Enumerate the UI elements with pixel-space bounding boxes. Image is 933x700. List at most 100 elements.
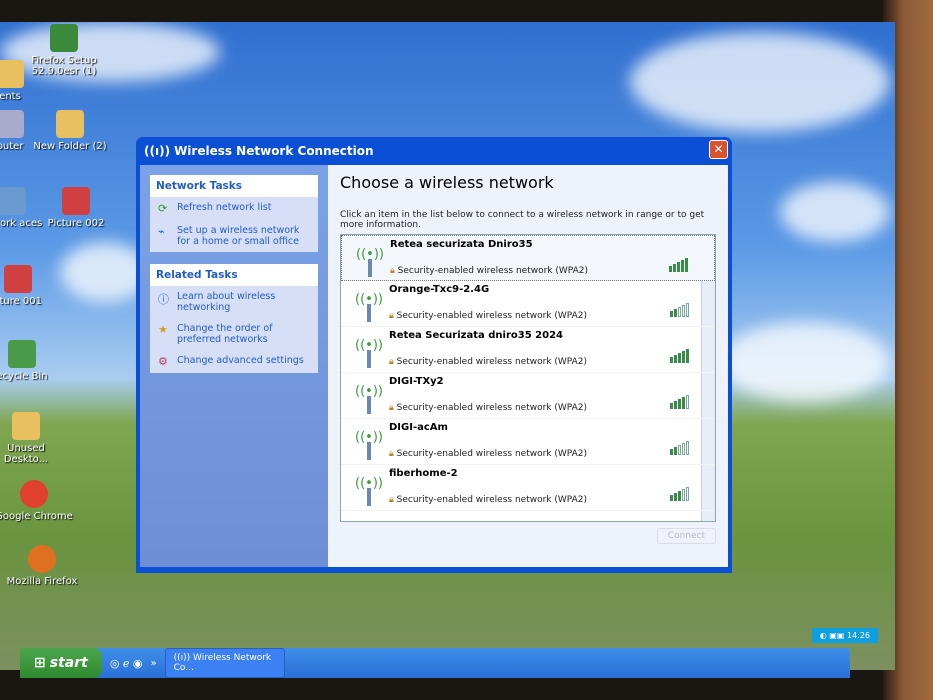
security-status: Security-enabled wireless network (WPA2): [396, 495, 588, 505]
wireless-antenna-icon: ((•)): [349, 468, 389, 510]
network-item[interactable]: ((•)) Retea securizata Dniro35 🔒︎ Securi…: [341, 235, 715, 281]
signal-bar: [674, 401, 677, 409]
lock-icon: 🔒︎: [389, 403, 397, 413]
clock: 14:26: [846, 631, 870, 640]
network-tasks-panel: Network Tasks ⟳ Refresh network list ⌁ Set…: [150, 175, 318, 252]
signal-bar: [670, 403, 673, 409]
desktop-icon-firefox-setup[interactable]: Firefox Setup 52.9.0esr (1): [24, 24, 104, 77]
firefox-icon: [28, 545, 56, 573]
network-item[interactable]: ((•)) DIGI-TXy2 🔒︎ Security-enabled wire…: [341, 373, 715, 419]
wireless-antenna-icon: ((•)): [349, 376, 389, 418]
refresh-network-list-link[interactable]: ⟳ Refresh network list: [150, 197, 318, 220]
quick-launch-more[interactable]: »: [151, 658, 157, 669]
signal-bar: [674, 493, 677, 501]
recycle-bin-icon: [8, 340, 36, 368]
setup-wireless-network-link[interactable]: ⌁ Set up a wireless network for a home or…: [150, 220, 318, 252]
wireless-icon: ((ı)): [173, 653, 194, 663]
signal-bar: [686, 349, 689, 363]
refresh-icon: ⟳: [158, 202, 168, 215]
title-bar[interactable]: ((ı)) Wireless Network Connection: [140, 137, 728, 165]
taskbar: ⊞ start ◎ ℯ ◉ » ((ı)) Wireless Network Co…: [20, 648, 850, 678]
desktop-icon-new-folder[interactable]: New Folder (2): [30, 110, 110, 152]
signal-bar: [686, 395, 689, 409]
star-icon: ★: [158, 323, 168, 336]
related-tasks-panel: Related Tasks ⓘ Learn about wireless netw…: [150, 264, 318, 373]
desktop-icon-google-chrome[interactable]: Google Chrome: [0, 480, 74, 522]
signal-bar: [674, 355, 677, 363]
network-name: Orange-Txc9-2.4G: [389, 284, 490, 295]
start-button[interactable]: ⊞ start: [20, 648, 102, 678]
change-order-link[interactable]: ★ Change the order of preferred networks: [150, 318, 318, 350]
wireless-antenna-icon: ((•)): [350, 239, 390, 280]
computer-icon: [0, 110, 24, 138]
signal-bar: [682, 305, 685, 317]
network-list: ⌃ ((•)) Retea securizata Dniro35 🔒︎ Secu…: [340, 234, 716, 522]
network-icon: [0, 187, 26, 215]
signal-bar: [686, 303, 689, 317]
wireless-antenna-icon: ((•)): [349, 422, 389, 464]
signal-bar: [678, 353, 681, 363]
desktop-icon-picture-001[interactable]: cture 001: [0, 265, 58, 307]
signal-bar: [678, 307, 681, 317]
network-name: Retea Securizata dniro35 2024: [389, 330, 563, 341]
desktop-icon-unused-desktop[interactable]: Unused Deskto...: [0, 412, 66, 465]
lock-icon: 🔒︎: [389, 357, 397, 367]
security-status: Security-enabled wireless network (WPA2): [396, 311, 588, 321]
wireless-antenna-icon: ((•)): [349, 284, 389, 326]
signal-strength: [670, 349, 689, 363]
lock-icon: 🔒︎: [389, 495, 397, 505]
lock-icon: 🔒︎: [390, 266, 398, 276]
signal-strength: [670, 441, 689, 455]
signal-bar: [669, 266, 672, 272]
windows-logo-icon: ⊞: [34, 655, 46, 671]
desktop-icon-recycle-bin[interactable]: ecycle Bin: [0, 340, 62, 382]
task-pane: Network Tasks ⟳ Refresh network list ⌁ Set…: [140, 165, 328, 567]
network-name: fiberhome-2: [389, 468, 458, 479]
folder-icon: [0, 60, 24, 88]
chrome-icon: [20, 480, 48, 508]
lock-icon: 🔒︎: [389, 311, 397, 321]
signal-bar: [686, 487, 689, 501]
signal-strength: [669, 258, 688, 272]
network-item[interactable]: ((•)) Retea Securizata dniro35 2024 🔒︎ S…: [341, 327, 715, 373]
signal-bar: [670, 449, 673, 455]
info-icon: ⓘ: [158, 293, 169, 306]
learn-wireless-link[interactable]: ⓘ Learn about wireless networking: [150, 286, 318, 318]
setup-wireless-icon: ⌁: [158, 225, 165, 238]
security-status: Security-enabled wireless network (WPA2): [396, 449, 588, 459]
signal-bar: [674, 309, 677, 317]
desktop-icon-picture-002[interactable]: Picture 002: [36, 187, 116, 229]
installer-icon: [50, 24, 78, 52]
signal-strength: [670, 487, 689, 501]
signal-bar: [685, 258, 688, 272]
signal-bar: [682, 443, 685, 455]
folder-icon: [56, 110, 84, 138]
network-item[interactable]: ((•)) Orange-Txc9-2.4G 🔒︎ Security-enabl…: [341, 281, 715, 327]
tray-icons[interactable]: ◐ ▣▣: [820, 631, 847, 640]
signal-bar: [686, 441, 689, 455]
signal-bar: [670, 357, 673, 363]
signal-bar: [673, 264, 676, 272]
panel-title: Related Tasks: [150, 264, 318, 286]
page-title: Choose a wireless network: [340, 173, 554, 192]
signal-bar: [682, 397, 685, 409]
picture-icon: [62, 187, 90, 215]
wireless-antenna-icon: ((•)): [349, 330, 389, 372]
signal-bar: [678, 399, 681, 409]
security-status: Security-enabled wireless network (WPA2): [397, 266, 589, 276]
taskbar-wireless-network-button[interactable]: ((ı)) Wireless Network Co...: [164, 648, 285, 678]
desktop-icon-mozilla-firefox[interactable]: Mozilla Firefox: [2, 545, 82, 587]
network-item[interactable]: ((•)) DIGI-acAm 🔒︎ Security-enabled wire…: [341, 419, 715, 465]
quick-launch-icons[interactable]: ◎ ℯ ◉: [110, 657, 143, 670]
connect-button[interactable]: Connect: [656, 528, 716, 544]
signal-bar: [677, 262, 680, 272]
change-advanced-settings-link[interactable]: ⚙ Change advanced settings: [150, 350, 318, 373]
close-button[interactable]: ✕: [709, 140, 728, 159]
desktop: ents Firefox Setup 52.9.0esr (1) puter N…: [0, 22, 895, 670]
settings-icon: ⚙: [158, 355, 168, 368]
signal-bar: [678, 491, 681, 501]
signal-strength: [670, 395, 689, 409]
network-item[interactable]: ((•)) fiberhome-2 🔒︎ Security-enabled wi…: [341, 465, 715, 511]
signal-bar: [678, 445, 681, 455]
security-status: Security-enabled wireless network (WPA2): [396, 357, 588, 367]
